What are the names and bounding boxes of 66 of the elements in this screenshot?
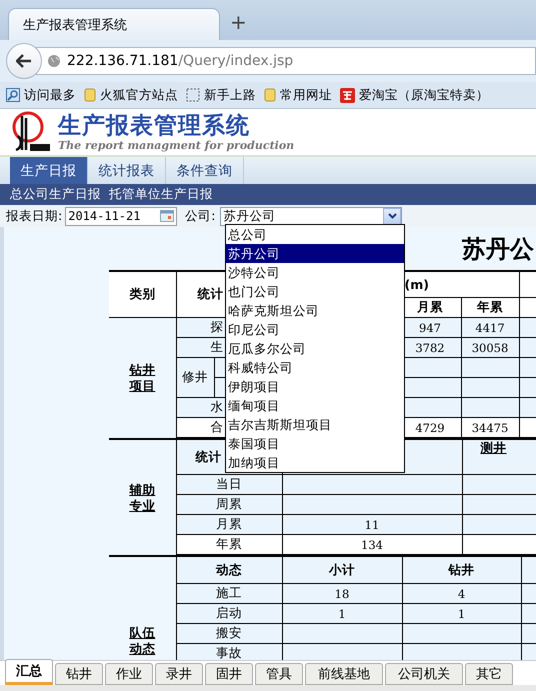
page-icon	[186, 88, 200, 102]
url-host: 222.136.71.181	[67, 53, 178, 69]
table-cell: 134	[282, 534, 462, 554]
table-cell: 事故	[176, 644, 282, 660]
sheet-tab[interactable]: 固井	[205, 663, 253, 685]
address-field[interactable]: 222.136.71.181/Query/index.jsp	[36, 47, 536, 75]
app-title: 生产报表管理系统	[58, 112, 251, 138]
table-cell: 搬安	[176, 624, 282, 644]
sheet-tab[interactable]: 录井	[155, 663, 203, 685]
table-cell: 11	[282, 514, 462, 534]
back-arrow-icon	[16, 54, 32, 68]
globe-icon	[47, 54, 61, 68]
category-label: 辅助专业	[109, 439, 176, 554]
table-cell: 修井	[176, 358, 214, 398]
url-path: /Query/index.jsp	[178, 53, 294, 69]
table-cell: 34475	[461, 418, 520, 438]
sheet-tab[interactable]: 前线基地	[305, 663, 383, 685]
bookmark-link[interactable]: 爱淘宝（原淘宝特卖）	[359, 86, 489, 104]
category-label: 队伍动态	[109, 556, 176, 660]
sheet-tab[interactable]: 公司机关	[385, 663, 463, 685]
table-header: 测井	[480, 440, 506, 455]
sheet-tab[interactable]: 管具	[255, 663, 303, 685]
table-cell: 年累	[176, 534, 282, 554]
app-subtitle: The report managment for production	[58, 138, 294, 152]
date-field[interactable]: 2014-11-21	[65, 206, 178, 226]
bookmark-link[interactable]: 新手上路	[204, 86, 256, 104]
table-cell: 4	[402, 584, 521, 604]
dropdown-option[interactable]: 苏丹公司	[226, 244, 404, 263]
table-cell: 30058	[461, 338, 520, 358]
table-header: 小计	[282, 556, 402, 584]
back-button[interactable]	[6, 43, 42, 79]
report-link[interactable]: 总公司生产日报	[10, 186, 101, 203]
table-cell: 周累	[176, 494, 282, 514]
table-cell: 当日	[176, 474, 282, 494]
company-label: 公司:	[185, 208, 216, 224]
table-cell: 4417	[461, 318, 520, 338]
table-cell: 1	[282, 604, 402, 624]
table-cell: 月累	[176, 514, 282, 534]
table-cell: 启动	[176, 604, 282, 624]
browser-tab[interactable]: 生产报表管理系统	[8, 8, 220, 40]
table-cell: 18	[282, 584, 402, 604]
nav-tab[interactable]: 生产日报	[10, 157, 88, 184]
chevron-down-icon	[388, 213, 397, 219]
sheet-tab[interactable]: 钻井	[55, 663, 103, 685]
table-cell: 1	[402, 604, 521, 624]
folder-icon	[264, 88, 276, 102]
calendar-icon	[160, 210, 174, 222]
date-label: 报表日期:	[6, 208, 62, 224]
bookmark-link[interactable]: 常用网址	[280, 86, 332, 104]
table-header: 动态	[176, 556, 282, 584]
sheet-tab[interactable]: 汇总	[5, 659, 53, 685]
report-title: 苏丹公	[462, 232, 534, 264]
sheet-tab[interactable]: 作业	[105, 663, 153, 685]
new-tab-button[interactable]: +	[230, 10, 247, 40]
magnifier-icon	[6, 88, 20, 102]
report-link[interactable]: 托管单位生产日报	[109, 186, 213, 203]
bookmark-link[interactable]: 火狐官方站点	[100, 86, 178, 104]
table-header: 钻井	[402, 556, 521, 584]
category-label: 钻井项目	[109, 318, 176, 438]
table-header: 类别	[109, 271, 176, 318]
bookmark-link[interactable]: 访问最多	[24, 86, 76, 104]
folder-icon	[84, 88, 96, 102]
company-select[interactable]: 苏丹公司	[220, 206, 402, 226]
table-cell: 施工	[176, 584, 282, 604]
sheet-tab[interactable]: 其它	[465, 663, 513, 685]
table-header: 年累	[461, 298, 520, 318]
